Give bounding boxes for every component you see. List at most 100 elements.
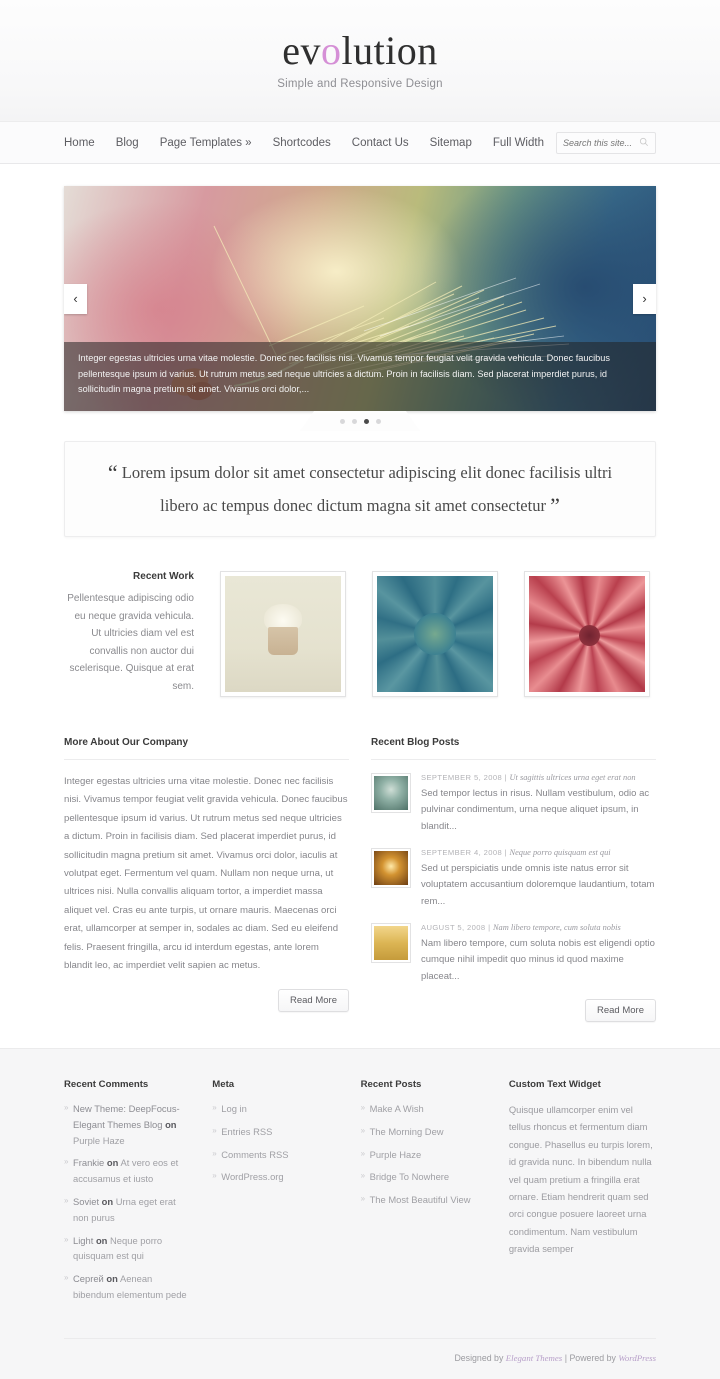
blog-post-thumbnail[interactable] <box>371 773 411 813</box>
about-paragraph: Integer egestas ultricies urna vitae mol… <box>64 776 348 972</box>
golden-forest-image <box>374 850 408 885</box>
list-item[interactable]: New Theme: DeepFocus- Elegant Themes Blo… <box>64 1101 190 1148</box>
blog-post-meta: AUGUST 5, 2008 | Nam libero tempore, cum… <box>421 923 656 932</box>
list-item[interactable]: Light on Neque porro quisquam est qui <box>64 1233 190 1265</box>
comment-author[interactable]: Frankie <box>73 1157 104 1168</box>
comment-author[interactable]: Cepreй <box>73 1273 104 1284</box>
recent-work-item-3[interactable] <box>524 571 650 697</box>
recent-work-description: Pellentesque adipiscing odio eu neque gr… <box>67 593 194 692</box>
quote-banner: “ Lorem ipsum dolor sit amet consectetur… <box>64 441 656 537</box>
recent-comments-title: Recent Comments <box>64 1078 149 1090</box>
blog-post-item[interactable]: AUGUST 5, 2008 | Nam libero tempore, cum… <box>371 922 656 985</box>
footer-widgets: Recent Comments New Theme: DeepFocus- El… <box>64 1079 656 1310</box>
nav-item-full-width[interactable]: Full Width <box>493 137 544 149</box>
chevron-right-icon: › <box>642 291 647 306</box>
quote-open-icon: “ <box>107 460 118 485</box>
blog-post-content: SEPTEMBER 4, 2008 | Neque porro quisquam… <box>421 848 656 910</box>
about-actions: Read More <box>64 989 349 1013</box>
comment-author[interactable]: Soviet <box>73 1196 99 1207</box>
nav-item-sitemap[interactable]: Sitemap <box>430 137 472 149</box>
designed-by-label: Designed by <box>454 1352 504 1363</box>
blog-post-thumbnail[interactable] <box>371 847 411 888</box>
hero-slider[interactable]: ‹ › Integer egestas ultricies urna vitae… <box>64 186 656 411</box>
logo-text-post: lution <box>341 28 438 73</box>
list-item[interactable]: Make A Wish <box>361 1101 487 1117</box>
blog-post-title[interactable]: Ut sagittis ultrices urna eget erat non <box>510 773 636 782</box>
quote-text: Lorem ipsum dolor sit amet consectetur a… <box>121 463 613 515</box>
nav-item-blog[interactable]: Blog <box>116 137 139 149</box>
comment-author[interactable]: New Theme: DeepFocus- Elegant Themes Blo… <box>73 1103 180 1130</box>
recent-work-title: Recent Work <box>133 571 194 582</box>
powered-by-label: Powered by <box>569 1352 616 1363</box>
search-box[interactable] <box>556 131 656 154</box>
list-item[interactable]: Cepreй on Aenean bibendum elementum pede <box>64 1271 190 1303</box>
slider-dot-2[interactable] <box>351 418 357 424</box>
blog-post-meta: SEPTEMBER 4, 2008 | Neque porro quisquam… <box>421 848 656 857</box>
recent-work-item-2[interactable] <box>372 571 498 697</box>
list-item[interactable]: Bridge To Nowhere <box>361 1169 487 1185</box>
blog-post-thumbnail[interactable] <box>371 922 411 963</box>
search-input[interactable] <box>563 137 637 148</box>
succulent-image <box>377 576 493 692</box>
list-item[interactable]: The Most Beautiful View <box>361 1192 487 1208</box>
blog-post-date: SEPTEMBER 5, 2008 <box>421 773 503 782</box>
search-icon[interactable] <box>639 134 649 152</box>
list-item[interactable]: Soviet on Urna eget erat non purus <box>64 1194 190 1226</box>
about-column: More About Our Company Integer egestas u… <box>64 737 349 1022</box>
slider-dot-4[interactable] <box>375 418 381 424</box>
blog-post-excerpt: Sed ut perspiciatis unde omnis iste natu… <box>421 862 655 907</box>
blog-post-separator: | <box>488 922 491 932</box>
site-tagline: Simple and Responsive Design <box>277 78 443 90</box>
list-item[interactable]: Frankie on At vero eos et accusamus et i… <box>64 1155 190 1187</box>
platform-link[interactable]: WordPress <box>618 1353 656 1363</box>
blog-post-item[interactable]: SEPTEMBER 5, 2008 | Ut sagittis ultrices… <box>371 773 656 835</box>
about-read-more-button[interactable]: Read More <box>278 989 349 1013</box>
blog-post-separator: | <box>504 773 507 782</box>
comment-on-label: on <box>95 1234 108 1246</box>
recent-posts-title: Recent Posts <box>360 1078 422 1090</box>
list-item[interactable]: Comments RSS <box>212 1147 338 1163</box>
blog-title: Recent Blog Posts <box>371 737 656 760</box>
credits-divider: | <box>564 1352 567 1363</box>
footer-widget-custom-text: Custom Text Widget Quisque ullamcorper e… <box>509 1079 656 1310</box>
blog-post-title[interactable]: Nam libero tempore, cum soluta nobis <box>493 923 621 932</box>
slider-next-button[interactable]: › <box>633 283 656 314</box>
slider-dot-1[interactable] <box>339 418 345 424</box>
nav-item-contact-us[interactable]: Contact Us <box>352 137 409 149</box>
slider-dot-3[interactable] <box>363 418 369 424</box>
blog-column: Recent Blog Posts SEPTEMBER 5, 2008 | Ut… <box>371 737 656 1022</box>
blog-post-separator: | <box>504 847 507 857</box>
blog-body: SEPTEMBER 5, 2008 | Ut sagittis ultrices… <box>371 760 656 1022</box>
recent-posts-list: Make A Wish The Morning Dew Purple Haze … <box>361 1101 487 1208</box>
main-navigation: Home Blog Page Templates » Shortcodes Co… <box>0 122 720 164</box>
blog-post-meta: SEPTEMBER 5, 2008 | Ut sagittis ultrices… <box>421 773 656 782</box>
blog-read-more-button[interactable]: Read More <box>585 998 656 1022</box>
recent-work-item-1[interactable] <box>220 571 346 697</box>
site-logo[interactable]: evolution <box>282 31 438 71</box>
comment-author[interactable]: Light <box>73 1235 93 1246</box>
nav-item-page-templates[interactable]: Page Templates » <box>160 137 252 149</box>
list-item[interactable]: Purple Haze <box>361 1147 487 1163</box>
rose-image <box>529 576 645 692</box>
designer-link[interactable]: Elegant Themes <box>506 1353 562 1363</box>
nav-item-home[interactable]: Home <box>64 137 95 149</box>
nav-items: Home Blog Page Templates » Shortcodes Co… <box>64 137 544 149</box>
wheat-field-image <box>374 925 408 960</box>
list-item[interactable]: Entries RSS <box>212 1124 338 1140</box>
blog-actions: Read More <box>371 998 656 1022</box>
slider-caption: Integer egestas ultricies urna vitae mol… <box>64 342 656 411</box>
blog-post-title[interactable]: Neque porro quisquam est qui <box>510 848 611 857</box>
about-body: Integer egestas ultricies urna vitae mol… <box>64 760 349 1013</box>
blog-post-date: SEPTEMBER 4, 2008 <box>421 847 503 857</box>
list-item[interactable]: Log in <box>212 1101 338 1117</box>
comment-on-label: on <box>106 1157 119 1169</box>
misty-forest-image <box>374 776 408 810</box>
comment-post[interactable]: Purple Haze <box>73 1135 125 1146</box>
nav-item-shortcodes[interactable]: Shortcodes <box>273 137 331 149</box>
list-item[interactable]: WordPress.org <box>212 1169 338 1185</box>
list-item[interactable]: The Morning Dew <box>361 1124 487 1140</box>
blog-post-item[interactable]: SEPTEMBER 4, 2008 | Neque porro quisquam… <box>371 847 656 910</box>
slider-pagination <box>300 411 420 431</box>
slider-prev-button[interactable]: ‹ <box>64 283 87 314</box>
meta-title: Meta <box>212 1078 235 1090</box>
